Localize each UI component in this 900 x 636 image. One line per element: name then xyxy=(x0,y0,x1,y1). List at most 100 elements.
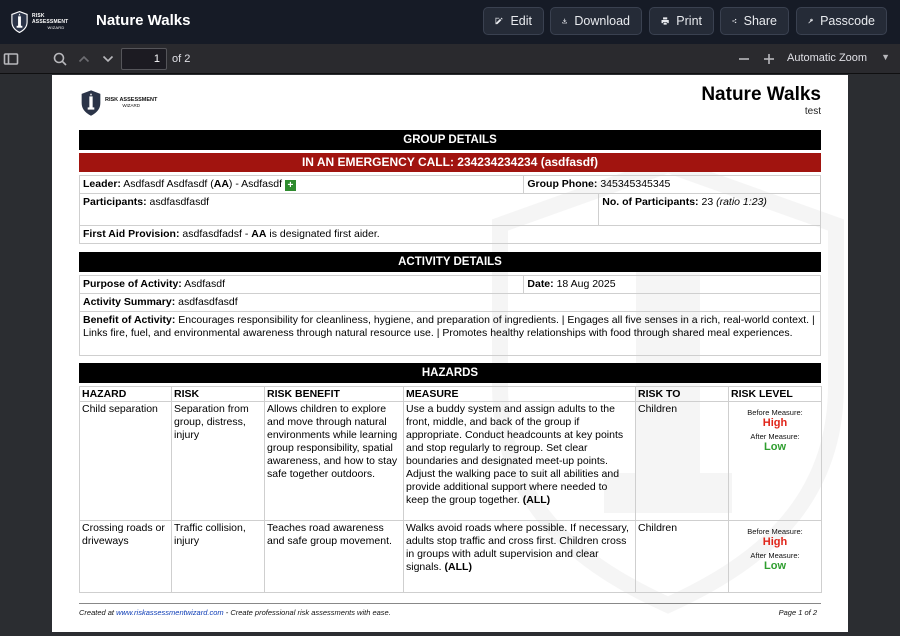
activity-details-section: ACTIVITY DETAILS Purpose of Activity: As… xyxy=(79,252,821,356)
risk-to-cell: Children xyxy=(635,520,729,593)
chevron-down-icon: ▼ xyxy=(881,52,890,62)
activity-details-heading: ACTIVITY DETAILS xyxy=(79,252,821,272)
after-measure-label: After Measure: xyxy=(750,551,800,560)
date-label: Date: xyxy=(527,278,554,290)
risk-benefit-cell: Teaches road awareness and safe group mo… xyxy=(264,520,404,593)
document-footer: Created at www.riskassessmentwizard.com … xyxy=(79,603,821,617)
passcode-label: Passcode xyxy=(820,14,875,28)
hazard-cell: Child separation xyxy=(79,401,172,521)
pdf-viewer[interactable]: RISK ASSESSMENT WIZARD Nature Walks test… xyxy=(0,75,900,636)
emergency-banner: IN AN EMERGENCY CALL: 234234234234 (asdf… xyxy=(79,153,821,172)
summary-value: asdfasdfasdf xyxy=(178,296,238,308)
footer-created-label: Created at xyxy=(79,608,115,617)
zoom-value: Automatic Zoom xyxy=(787,52,868,64)
before-risk-level: High xyxy=(762,417,788,429)
next-page-icon[interactable] xyxy=(100,51,116,67)
measure-cell: Use a buddy system and assign adults to … xyxy=(403,401,636,521)
zoom-select[interactable]: Automatic Zoom ▼ xyxy=(782,48,896,70)
measure-tag: (ALL) xyxy=(444,561,472,573)
group-phone-value: 345345345345 xyxy=(600,178,671,190)
leader-name: Asdfasdf Asdfasdf ( xyxy=(123,178,214,190)
measure-cell: Walks avoid roads where possible. If nec… xyxy=(403,520,636,593)
before-measure-label: Before Measure: xyxy=(747,527,803,536)
purpose-cell: Purpose of Activity: Asdfasdf xyxy=(80,276,525,294)
zoom-in-icon[interactable] xyxy=(761,51,777,67)
after-risk-level: Low xyxy=(764,560,786,572)
table-row: Crossing roads or driveways Traffic coll… xyxy=(79,520,822,593)
group-details-section: GROUP DETAILS IN AN EMERGENCY CALL: 2342… xyxy=(79,130,821,244)
logo-subtext: WIZARD xyxy=(47,25,65,30)
page-number-input[interactable]: 1 xyxy=(121,48,167,70)
summary-cell: Activity Summary: asdfasdfasdf xyxy=(80,294,821,312)
after-risk-level: Low xyxy=(764,441,786,453)
participant-count-cell: No. of Participants: 23 (ratio 1:23) xyxy=(599,194,821,226)
passcode-button[interactable]: Passcode xyxy=(796,7,887,35)
edit-button[interactable]: Edit xyxy=(483,7,544,35)
share-button[interactable]: Share xyxy=(720,7,789,35)
first-aid-rest: is designated first aider. xyxy=(269,228,380,240)
participants-value: asdfasdfasdf xyxy=(149,196,210,208)
activity-details-grid: Purpose of Activity: Asdfasdf Date: 18 A… xyxy=(79,275,821,356)
risk-level-cell: Before Measure: High After Measure: Low xyxy=(728,401,822,521)
first-aid-name: asdfasdfadsf - xyxy=(182,228,249,240)
first-aid-initials: AA xyxy=(251,228,267,240)
participant-count-label: No. of Participants: xyxy=(602,196,699,208)
risk-to-cell: Children xyxy=(635,401,729,521)
hazards-heading: HAZARDS xyxy=(79,363,821,383)
previous-page-icon[interactable] xyxy=(76,51,92,67)
date-value: 18 Aug 2025 xyxy=(556,278,616,290)
app-title: Nature Walks xyxy=(96,12,191,29)
measure-text: Walks avoid roads where possible. If nec… xyxy=(406,522,629,573)
risk-level-cell: Before Measure: High After Measure: Low xyxy=(728,520,822,593)
purpose-label: Purpose of Activity: xyxy=(83,278,182,290)
leader-initials: AA xyxy=(213,178,229,190)
app-logo[interactable]: RISK ASSESSMENT WIZARD xyxy=(10,9,80,35)
hazards-header-row: HAZARD RISK RISK BENEFIT MEASURE RISK TO… xyxy=(79,386,822,402)
search-icon[interactable] xyxy=(52,51,68,67)
risk-benefit-cell: Allows children to explore and move thro… xyxy=(264,401,404,521)
column-header: RISK xyxy=(171,386,265,402)
group-details-grid: Leader: Asdfasdf Asdfasdf (AA) - Asdfasd… xyxy=(79,175,821,244)
column-header: RISK BENEFIT xyxy=(264,386,404,402)
document-logo: RISK ASSESSMENT WIZARD xyxy=(80,89,157,117)
measure-text: Use a buddy system and assign adults to … xyxy=(406,403,624,506)
hazards-table: HAZARD RISK RISK BENEFIT MEASURE RISK TO… xyxy=(79,386,822,593)
footer-page-number: Page 1 of 2 xyxy=(778,608,817,617)
download-button[interactable]: Download xyxy=(550,7,642,35)
benefit-label: Benefit of Activity: xyxy=(83,314,176,326)
column-header: HAZARD xyxy=(79,386,172,402)
column-header: RISK TO xyxy=(635,386,729,402)
footer-website-link[interactable]: www.riskassessmentwizard.com xyxy=(116,608,224,617)
leader-cell: Leader: Asdfasdf Asdfasdf (AA) - Asdfasd… xyxy=(80,176,525,194)
before-risk-level: High xyxy=(762,536,788,548)
leader-label: Leader: xyxy=(83,178,121,190)
print-label: Print xyxy=(676,14,702,28)
participants-cell: Participants: asdfasdfasdf xyxy=(80,194,600,226)
key-icon xyxy=(808,18,813,24)
participant-count-value: 23 xyxy=(701,196,714,208)
table-row: Child separation Separation from group, … xyxy=(79,401,822,521)
hazards-section: HAZARDS HAZARD RISK RISK BENEFIT MEASURE… xyxy=(79,363,822,593)
before-measure-label: Before Measure: xyxy=(747,408,803,417)
add-leader-icon[interactable]: + xyxy=(284,180,296,191)
hazard-cell: Crossing roads or driveways xyxy=(79,520,172,593)
after-measure-label: After Measure: xyxy=(750,432,800,441)
download-icon xyxy=(562,18,568,24)
sidebar-toggle-icon[interactable] xyxy=(3,51,19,67)
zoom-out-icon[interactable] xyxy=(736,51,752,67)
share-label: Share xyxy=(743,14,777,28)
date-cell: Date: 18 Aug 2025 xyxy=(524,276,821,294)
doc-logo-subtext: WIZARD xyxy=(122,103,141,108)
print-button[interactable]: Print xyxy=(649,7,714,35)
lighthouse-shield-icon xyxy=(11,10,28,34)
participants-label: Participants: xyxy=(83,196,147,208)
measure-tag: (ALL) xyxy=(522,494,551,506)
logo-text: RISK ASSESSMENT xyxy=(31,13,69,25)
page-count-label: of 2 xyxy=(172,53,191,65)
doc-logo-text: RISK ASSESSMENT xyxy=(105,96,158,103)
document-title: Nature Walks xyxy=(701,84,821,105)
purpose-value: Asdfasdf xyxy=(184,278,225,290)
leader-rest: ) - Asdfasdf xyxy=(228,178,283,190)
group-phone-cell: Group Phone: 345345345345 xyxy=(524,176,821,194)
edit-icon xyxy=(495,17,503,25)
